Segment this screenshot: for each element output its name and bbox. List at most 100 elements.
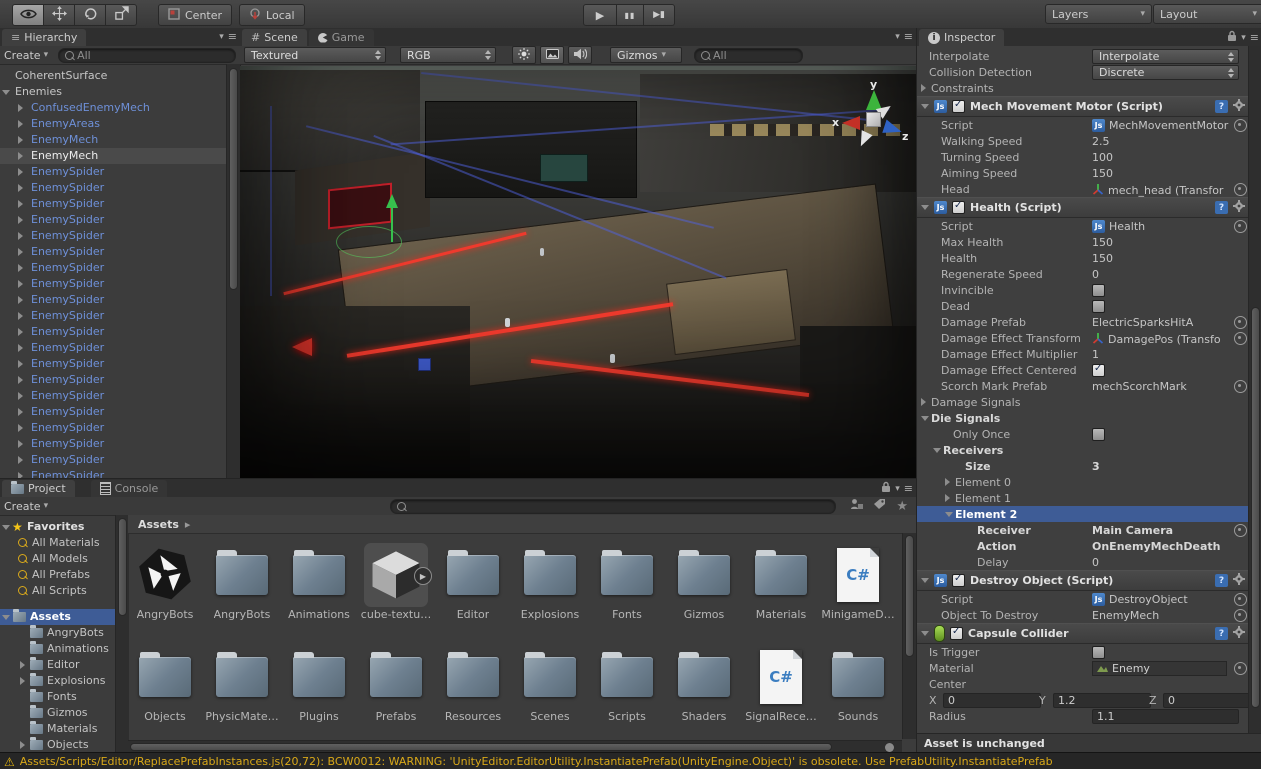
foldout-arrow-icon[interactable] xyxy=(18,456,23,464)
gear-icon[interactable] xyxy=(1233,200,1245,215)
hierarchy-item-enemyspider[interactable]: EnemySpider xyxy=(0,388,227,404)
foldout-arrow-icon[interactable] xyxy=(921,398,926,406)
foldout-arrow-icon[interactable] xyxy=(18,200,23,208)
inspector-row-element-1[interactable]: Element 1 xyxy=(917,490,1249,506)
inspector-row-element-0[interactable]: Element 0 xyxy=(917,474,1249,490)
inspector-row-die-signals[interactable]: Die Signals xyxy=(917,410,1249,426)
hierarchy-item-enemyspider[interactable]: EnemySpider xyxy=(0,228,227,244)
asset-tile-scenes[interactable]: Scenes xyxy=(515,645,585,723)
inspector-row-only-once[interactable]: Only Once xyxy=(917,426,1249,442)
inspector-row-collision-detection[interactable]: Collision DetectionDiscrete xyxy=(917,64,1249,80)
inspector-row-walking-speed[interactable]: Walking Speed2.5 xyxy=(917,133,1249,149)
asset-tile-angrybots[interactable]: AngryBots xyxy=(130,543,200,621)
help-icon[interactable]: ? xyxy=(1215,201,1228,214)
hierarchy-search-input[interactable]: All xyxy=(58,48,236,63)
object-picker-icon[interactable] xyxy=(1234,332,1247,345)
foldout-arrow-icon[interactable] xyxy=(921,416,929,421)
inspector-row-object-to-destroy[interactable]: Object To DestroyEnemyMech xyxy=(917,607,1249,623)
lighting-toggle-button[interactable] xyxy=(512,46,536,64)
scrollbar-thumb[interactable] xyxy=(229,68,238,290)
component-enabled-checkbox[interactable] xyxy=(950,627,963,640)
tree-item-materials[interactable]: Materials xyxy=(0,721,115,737)
component-header-health-script[interactable]: JsHealth (Script)? xyxy=(917,197,1249,218)
play-button[interactable]: ▶ xyxy=(583,4,617,26)
foldout-arrow-icon[interactable] xyxy=(18,120,23,128)
star-filter-icon[interactable]: ★ xyxy=(896,499,908,514)
favorite-item-all-materials[interactable]: All Materials xyxy=(0,535,115,551)
hierarchy-item-coherentsurface[interactable]: CoherentSurface xyxy=(0,68,227,84)
vector-value-field[interactable]: 1.2 xyxy=(1053,693,1151,708)
asset-tile-prefabs[interactable]: Prefabs xyxy=(361,645,431,723)
object-picker-icon[interactable] xyxy=(1234,220,1247,233)
inspector-row-radius[interactable]: Radius1.1 xyxy=(917,708,1249,724)
inspector-row-damage-effect-centered[interactable]: Damage Effect Centered xyxy=(917,362,1249,378)
component-header-capsule-collider[interactable]: Capsule Collider? xyxy=(917,623,1249,644)
pivot-center-button[interactable]: Center xyxy=(158,4,232,26)
foldout-arrow-icon[interactable] xyxy=(18,280,23,288)
foldout-arrow-icon[interactable] xyxy=(18,312,23,320)
foldout-arrow-icon[interactable] xyxy=(933,448,941,453)
property-checkbox[interactable] xyxy=(1092,364,1105,377)
asset-tile-signalrece[interactable]: C#SignalRece… xyxy=(746,645,816,723)
inspector-row-delay[interactable]: Delay0 xyxy=(917,554,1249,570)
pause-button[interactable]: ▮▮ xyxy=(617,4,644,26)
tab-inspector[interactable]: i Inspector xyxy=(919,29,1004,46)
inspector-row-aiming-speed[interactable]: Aiming Speed150 xyxy=(917,165,1249,181)
hierarchy-item-enemyspider[interactable]: EnemySpider xyxy=(0,324,227,340)
foldout-arrow-icon[interactable] xyxy=(18,232,23,240)
scene-panel-menu[interactable]: ▾ ≡ xyxy=(895,30,913,43)
foldout-arrow-icon[interactable] xyxy=(2,525,10,530)
inspector-row-regenerate-speed[interactable]: Regenerate Speed0 xyxy=(917,266,1249,282)
foldout-arrow-icon[interactable] xyxy=(18,248,23,256)
type-filter-icon[interactable] xyxy=(850,498,863,514)
inspector-row-damage-effect-multiplier[interactable]: Damage Effect Multiplier1 xyxy=(917,346,1249,362)
layout-dropdown[interactable]: Layout ▾ xyxy=(1153,4,1261,24)
foldout-arrow-icon[interactable] xyxy=(18,392,23,400)
inspector-row-receivers[interactable]: Receivers xyxy=(917,442,1249,458)
foldout-arrow-icon[interactable] xyxy=(18,440,23,448)
asset-tile-gizmos[interactable]: Gizmos xyxy=(669,543,739,621)
vector-value-field[interactable]: 0 xyxy=(1163,693,1249,708)
tree-item-fonts[interactable]: Fonts xyxy=(0,689,115,705)
hierarchy-item-enemymech[interactable]: EnemyMech xyxy=(0,148,227,164)
foldout-arrow-icon[interactable] xyxy=(18,184,23,192)
foldout-arrow-icon[interactable] xyxy=(2,615,10,620)
scene-viewport[interactable]: y x z xyxy=(240,66,916,478)
favorites-header[interactable]: ★Favorites xyxy=(0,519,115,535)
expand-play-badge[interactable]: ▶ xyxy=(414,567,432,585)
hierarchy-item-enemyspider[interactable]: EnemySpider xyxy=(0,244,227,260)
foldout-arrow-icon[interactable] xyxy=(921,578,929,583)
gizmos-dropdown[interactable]: Gizmos ▾ xyxy=(610,47,682,63)
project-panel-menu[interactable]: ▾ ≡ xyxy=(881,481,913,496)
hierarchy-item-enemyspider[interactable]: EnemySpider xyxy=(0,420,227,436)
foldout-arrow-icon[interactable] xyxy=(921,205,929,210)
help-icon[interactable]: ? xyxy=(1215,100,1228,113)
scrollbar-thumb[interactable] xyxy=(1251,307,1260,708)
tab-scene[interactable]: # Scene xyxy=(242,29,307,46)
foldout-arrow-icon[interactable] xyxy=(20,677,25,685)
foldout-arrow-icon[interactable] xyxy=(20,741,25,749)
gear-icon[interactable] xyxy=(1233,626,1245,641)
hierarchy-item-enemyspider[interactable]: EnemySpider xyxy=(0,404,227,420)
foldout-arrow-icon[interactable] xyxy=(18,424,23,432)
inspector-row-damage-signals[interactable]: Damage Signals xyxy=(917,394,1249,410)
inspector-row-element-2[interactable]: Element 2 xyxy=(917,506,1249,522)
hierarchy-item-enemyareas[interactable]: EnemyAreas xyxy=(0,116,227,132)
hierarchy-item-enemyspider[interactable]: EnemySpider xyxy=(0,372,227,388)
hierarchy-item-enemyspider[interactable]: EnemySpider xyxy=(0,356,227,372)
project-search-input[interactable] xyxy=(390,499,836,514)
foldout-arrow-icon[interactable] xyxy=(945,512,953,517)
tree-item-gizmos[interactable]: Gizmos xyxy=(0,705,115,721)
foldout-arrow-icon[interactable] xyxy=(921,104,929,109)
property-checkbox[interactable] xyxy=(1092,284,1105,297)
object-picker-icon[interactable] xyxy=(1234,662,1247,675)
inspector-row-scorch-mark-prefab[interactable]: Scorch Mark PrefabmechScorchMark xyxy=(917,378,1249,394)
hierarchy-item-enemyspider[interactable]: EnemySpider xyxy=(0,180,227,196)
object-picker-icon[interactable] xyxy=(1234,609,1247,622)
foldout-arrow-icon[interactable] xyxy=(18,360,23,368)
project-create-button[interactable]: Create ▾ xyxy=(4,500,48,513)
label-filter-icon[interactable] xyxy=(873,498,886,514)
foldout-arrow-icon[interactable] xyxy=(18,152,23,160)
asset-tile-explosions[interactable]: Explosions xyxy=(515,543,585,621)
hierarchy-item-enemyspider[interactable]: EnemySpider xyxy=(0,340,227,356)
